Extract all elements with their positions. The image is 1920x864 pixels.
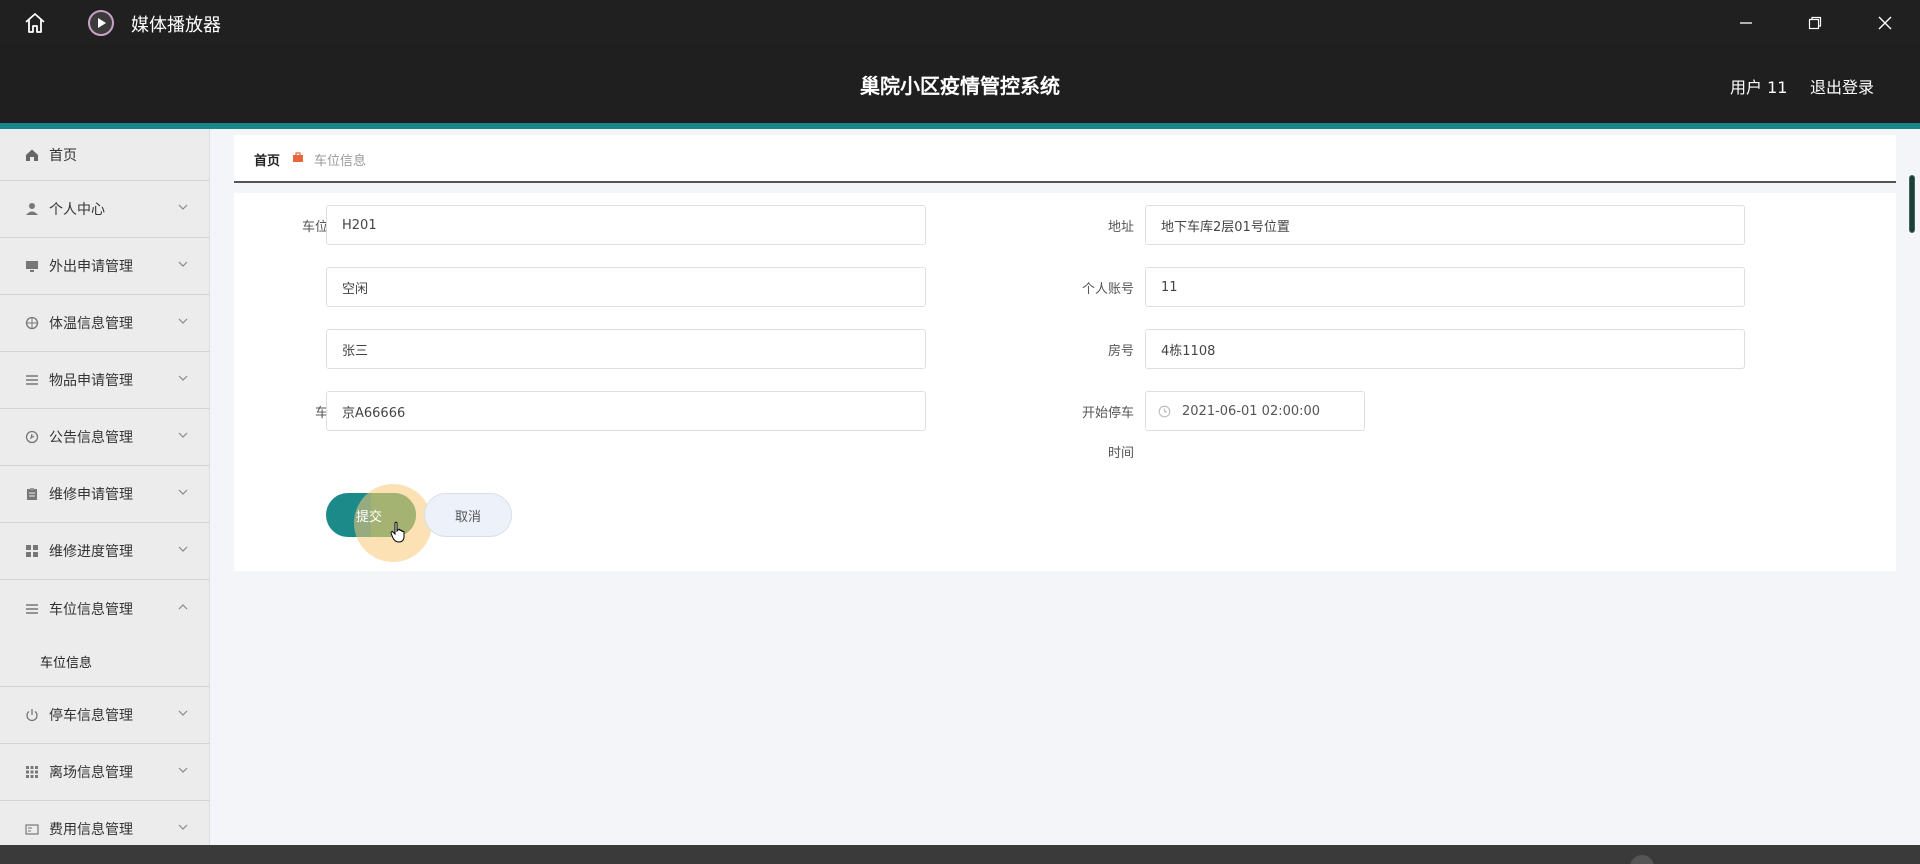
bag-icon [293,152,303,162]
restore-icon[interactable] [1802,10,1828,36]
minimize-icon[interactable] [1733,10,1759,36]
current-user: 用户 11 [1730,78,1788,97]
compass-icon [24,315,40,331]
sidebar-item-label: 物品申请管理 [49,373,133,389]
close-icon[interactable] [1872,10,1898,36]
sidebar-item-parking-space[interactable]: 车位信息管理 [0,580,209,637]
label-start-time-line2: 时间 [1107,446,1134,461]
list-icon [24,372,40,388]
chevron-down-icon [178,432,188,438]
chevron-down-icon [178,261,188,267]
start-time-picker[interactable]: 2021-06-01 02:00:00 [1145,391,1365,431]
chevron-down-icon [178,546,188,552]
address-field[interactable]: 地下车库2层01号位置 [1145,205,1745,245]
label-address: 地址 [1107,220,1134,235]
window-titlebar: 媒体播放器 [0,0,1920,44]
vertical-scrollbar[interactable] [1906,135,1918,845]
sidebar-item-label: 个人中心 [49,202,105,218]
chevron-down-icon [178,767,188,773]
clipboard-icon [24,486,40,502]
chevron-up-icon [178,603,188,609]
clock-icon [1158,405,1171,418]
grid-icon [24,764,40,780]
scrollbar-thumb[interactable] [1909,175,1915,233]
parking-name-field[interactable]: H201 [326,205,926,245]
cancel-button[interactable]: 取消 [424,493,512,537]
chevron-down-icon [178,318,188,324]
chevron-down-icon [178,824,188,830]
parking-form: 车位名称 H201 地址 地下车库2层01号位置 状态 空闲 个人账号 11 姓… [234,193,1896,571]
media-player-icon [88,10,114,36]
label-account: 个人账号 [1081,282,1134,297]
user-icon [24,201,40,217]
sidebar-item-label: 外出申请管理 [49,259,133,275]
sidebar-item-label: 维修申请管理 [49,487,133,503]
sidebar-item-goods[interactable]: 物品申请管理 [0,352,209,409]
chevron-down-icon [178,710,188,716]
card-icon [24,821,40,837]
sidebar-item-fees[interactable]: 费用信息管理 [0,801,209,845]
header-accent-stripe [0,123,1920,129]
hand-cursor-icon [390,521,405,543]
home-icon [24,147,40,163]
sidebar-item-temperature[interactable]: 体温信息管理 [0,295,209,352]
submit-button-label: 提交 [355,508,382,524]
monitor-icon [24,258,40,274]
sidebar-item-label: 离场信息管理 [49,765,133,781]
sidebar-item-label: 首页 [49,147,77,164]
list-icon [24,601,40,617]
sidebar: 首页 个人中心 外出申请管理 体温信息管理 物品申请管理 公告信息管理 维修申请… [0,129,210,845]
submenu-item-parking-info[interactable]: 车位信息 [0,637,209,687]
breadcrumb-current: 车位信息 [314,154,367,169]
label-start-time: 开始停车 [1081,406,1134,421]
sidebar-item-label: 费用信息管理 [49,822,133,838]
system-title: 巢院小区疫情管控系统 [860,74,1060,98]
sidebar-item-label: 公告信息管理 [49,430,133,446]
room-field[interactable]: 4栋1108 [1145,329,1745,369]
window-title: 媒体播放器 [131,15,221,36]
sidebar-item-repair-progress[interactable]: 维修进度管理 [0,523,209,580]
sidebar-item-label: 停车信息管理 [49,708,133,724]
sidebar-item-parking[interactable]: 停车信息管理 [0,687,209,744]
account-field[interactable]: 11 [1145,267,1745,307]
start-time-value: 2021-06-01 02:00:00 [1182,403,1321,419]
sidebar-item-personal-center[interactable]: 个人中心 [0,181,209,238]
chevron-down-icon [178,375,188,381]
sidebar-item-departure[interactable]: 离场信息管理 [0,744,209,801]
status-field[interactable]: 空闲 [326,267,926,307]
label-room: 房号 [1107,344,1134,359]
logout-button[interactable]: 退出登录 [1810,74,1874,98]
name-field[interactable]: 张三 [326,329,926,369]
sidebar-item-repair-apply[interactable]: 维修申请管理 [0,466,209,523]
sidebar-item-label: 维修进度管理 [49,544,133,560]
breadcrumb: 首页 车位信息 [234,135,1896,183]
chevron-down-icon [178,489,188,495]
clock-icon [24,429,40,445]
sidebar-item-label: 车位信息管理 [49,601,133,618]
chevron-down-icon [178,204,188,210]
sidebar-item-home[interactable]: 首页 [0,129,209,181]
breadcrumb-home[interactable]: 首页 [254,150,280,169]
home-icon[interactable] [22,10,48,36]
grid-icon [24,543,40,559]
sidebar-item-announcement[interactable]: 公告信息管理 [0,409,209,466]
sidebar-item-label: 体温信息管理 [49,316,133,332]
sidebar-item-outing[interactable]: 外出申请管理 [0,238,209,295]
plate-field[interactable]: 京A66666 [326,391,926,431]
power-icon [24,707,40,723]
